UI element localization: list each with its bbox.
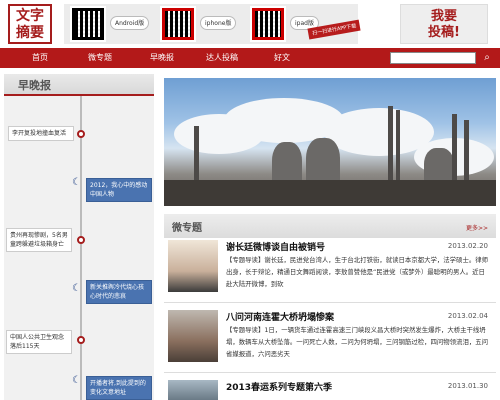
sidebar-item[interactable]: 2012，我心中的感动中国人物 bbox=[86, 178, 152, 202]
article-summary: 【专题导读】1日，一辆货车通过连霍高速三门峡段义昌大桥时突然发生爆炸，大桥主干线… bbox=[226, 326, 489, 358]
search-icon[interactable]: ⌕ bbox=[480, 51, 494, 65]
moon-icon: ☾ bbox=[72, 177, 81, 188]
article-title[interactable]: 谢长廷微博谈自由被销号 bbox=[226, 240, 325, 253]
sidebar-item[interactable]: 开播者将,到此提到的变化文意地址 bbox=[86, 376, 152, 400]
article-date: 2013.02.04 bbox=[447, 312, 488, 320]
timeline-line bbox=[80, 96, 82, 400]
nav-good-articles[interactable]: 好文 bbox=[274, 48, 290, 68]
article-thumbnail[interactable] bbox=[168, 380, 218, 400]
sidebar-item[interactable]: 贵州再现惨剧，5名男童跨躲避垃圾箱身亡 bbox=[6, 228, 72, 252]
sidebar-title-bar: 早晚报 bbox=[4, 74, 154, 96]
article-date: 2013.01.30 bbox=[447, 382, 488, 390]
article-thumbnail[interactable] bbox=[168, 240, 218, 292]
top-header: 文字 摘要 Android版 iphone版 ipad版 扫一扫进行APP下载 … bbox=[0, 0, 500, 48]
app-iphone-label[interactable]: iphone版 bbox=[200, 16, 237, 30]
timeline-node bbox=[77, 236, 85, 244]
nav-micro-topic[interactable]: 微专题 bbox=[88, 48, 112, 68]
sidebar-item[interactable]: 新关推舆冷代烧心孩心时代的悲哀 bbox=[86, 280, 152, 304]
qr-code-ipad[interactable] bbox=[250, 6, 286, 42]
nav-expert-submit[interactable]: 达人投稿 bbox=[206, 48, 238, 68]
article-summary: 【专题导读】谢长廷，民进党台湾人，生于台北打铁街，就读日本京都大学，法学硕士。律… bbox=[226, 256, 489, 288]
moon-icon: ☾ bbox=[72, 283, 81, 294]
app-android-label[interactable]: Android版 bbox=[110, 16, 150, 30]
main-nav: 首页 微专题 早晚报 达人投稿 好文 ⌕ bbox=[0, 48, 500, 68]
timeline-node bbox=[77, 336, 85, 344]
qr-code-android[interactable] bbox=[70, 6, 106, 42]
moon-icon: ☾ bbox=[72, 375, 81, 386]
featured-photo[interactable] bbox=[164, 78, 496, 206]
article-title[interactable]: 2013春运系列专题第六季 bbox=[226, 380, 332, 393]
submit-article-button[interactable]: 我要 投稿! bbox=[400, 4, 488, 44]
sidebar-item[interactable]: 李开复投地撞血复活 bbox=[8, 126, 74, 141]
sidebar-title: 早晚报 bbox=[18, 79, 51, 92]
sidebar-morning-evening: 早晚报 李开复投地撞血复活 ☾ 2012，我心中的感动中国人物 贵州再现惨剧，5… bbox=[4, 74, 154, 400]
app-download-banner: Android版 iphone版 ipad版 扫一扫进行APP下载 bbox=[64, 4, 361, 44]
article-item[interactable]: 2013春运系列专题第六季 2013.01.30 bbox=[164, 380, 496, 400]
site-logo[interactable]: 文字 摘要 bbox=[8, 4, 52, 44]
nav-morning-evening[interactable]: 早晚报 bbox=[150, 48, 174, 68]
section-title: 微专题 bbox=[172, 223, 202, 234]
section-header-micro-topic: 微专题 更多>> bbox=[164, 214, 496, 238]
article-thumbnail[interactable] bbox=[168, 310, 218, 362]
divider bbox=[164, 302, 496, 303]
more-link[interactable]: 更多>> bbox=[466, 223, 488, 232]
article-title[interactable]: 八问河南连霍大桥坍塌惨案 bbox=[226, 310, 334, 323]
article-date: 2013.02.20 bbox=[447, 242, 488, 250]
divider bbox=[164, 372, 496, 373]
sidebar-item[interactable]: 中国人公共卫生观念落后115天 bbox=[6, 330, 72, 354]
nav-home[interactable]: 首页 bbox=[32, 48, 48, 68]
timeline-node bbox=[77, 130, 85, 138]
article-item[interactable]: 谢长廷微博谈自由被销号 2013.02.20 【专题导读】谢长廷，民进党台湾人，… bbox=[164, 240, 496, 296]
qr-code-iphone[interactable] bbox=[160, 6, 196, 42]
article-item[interactable]: 八问河南连霍大桥坍塌惨案 2013.02.04 【专题导读】1日，一辆货车通过连… bbox=[164, 310, 496, 366]
search-input[interactable] bbox=[390, 52, 476, 64]
